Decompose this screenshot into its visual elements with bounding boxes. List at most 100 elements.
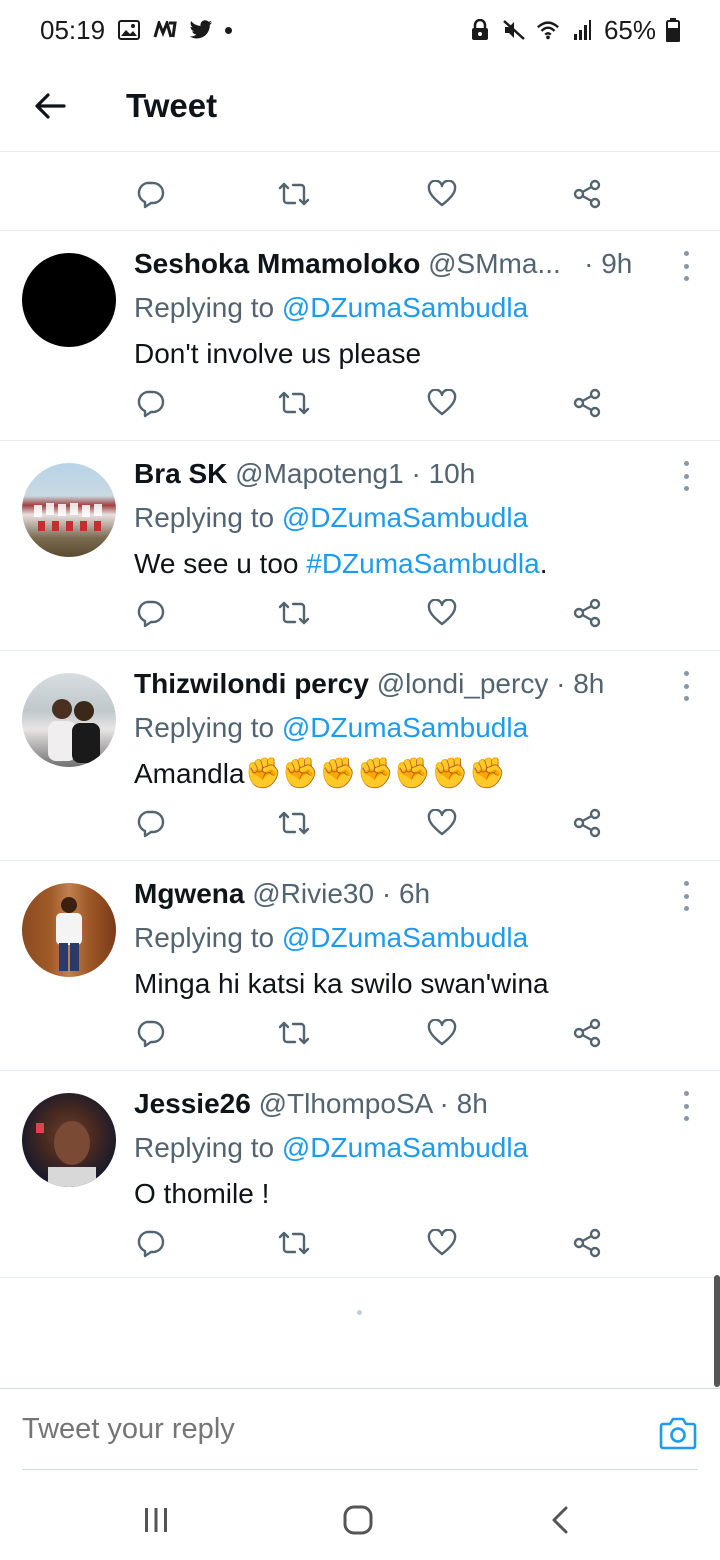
like-button[interactable] [420, 591, 464, 635]
mention-link[interactable]: @DZumaSambudla [282, 712, 528, 743]
like-button[interactable] [420, 801, 464, 845]
author-name[interactable]: Bra SK [134, 458, 227, 489]
share-button[interactable] [565, 591, 609, 635]
signal-icon [570, 18, 594, 42]
home-icon [343, 1505, 373, 1535]
share-button[interactable] [565, 1221, 609, 1265]
page-title: Tweet [126, 86, 218, 124]
reply-button[interactable] [128, 1011, 172, 1055]
hashtag-link[interactable]: #DZumaSambudla [306, 548, 539, 579]
retweet-button[interactable] [272, 591, 316, 635]
like-button[interactable] [420, 1221, 464, 1265]
author-name[interactable]: Seshoka Mmamoloko [134, 248, 420, 279]
reply-icon [137, 810, 165, 838]
news-icon [153, 18, 177, 42]
replying-to: Replying to @DZumaSambudla [134, 712, 529, 743]
tweet-actions [0, 801, 720, 851]
tweet-time: 8h [573, 668, 605, 699]
author-handle: @SMma... [428, 248, 561, 279]
tweet-time: 10h [428, 458, 476, 489]
author-handle: @TlhompoSA [258, 1088, 432, 1119]
reply-icon [137, 181, 165, 209]
avatar[interactable] [22, 1093, 116, 1187]
author-name[interactable]: Thizwilondi percy [134, 668, 369, 699]
back-button[interactable] [20, 76, 80, 136]
tweet-actions [0, 591, 720, 641]
parent-tweet-actions [0, 172, 720, 222]
like-button[interactable] [420, 381, 464, 425]
system-back-button[interactable] [540, 1500, 580, 1540]
header: Tweet [0, 60, 720, 152]
tweet-header: Bra SK @Mapoteng1 · 10h [134, 458, 476, 489]
author-name[interactable]: Jessie26 [134, 1088, 251, 1119]
tweet-text: We see u too #DZumaSambudla. [134, 548, 548, 579]
like-icon [427, 180, 457, 207]
share-button[interactable] [565, 1011, 609, 1055]
retweet-button[interactable] [272, 1011, 316, 1055]
retweet-icon [278, 182, 310, 206]
replying-to: Replying to @DZumaSambudla [134, 292, 529, 323]
more-button[interactable] [680, 671, 692, 701]
mention-link[interactable]: @DZumaSambudla [282, 292, 528, 323]
avatar[interactable] [22, 253, 116, 347]
avatar[interactable] [22, 673, 116, 767]
avatar[interactable] [22, 883, 116, 977]
reply-tweet[interactable]: Jessie26 @TlhompoSA · 8h Replying to @DZ… [0, 1071, 720, 1278]
raised-fist-emoji: ✊✊✊✊✊✊✊ [244, 757, 506, 790]
reply-button[interactable] [128, 381, 172, 425]
author-name[interactable]: Mgwena [134, 878, 244, 909]
retweet-button[interactable] [272, 172, 316, 216]
back-arrow-icon [35, 92, 66, 119]
mention-link[interactable]: @DZumaSambudla [282, 502, 528, 533]
retweet-icon [278, 601, 310, 625]
scrollbar[interactable] [714, 1275, 720, 1387]
tweet-header: Mgwena @Rivie30 · 6h [134, 878, 431, 909]
tweet-actions [0, 1221, 720, 1271]
tweet-header: Jessie26 @TlhompoSA · 8h [134, 1088, 488, 1119]
tweet-actions [0, 1011, 720, 1061]
avatar[interactable] [22, 463, 116, 557]
reply-input[interactable] [22, 1389, 622, 1469]
more-button[interactable] [680, 1091, 692, 1121]
home-button[interactable] [338, 1500, 378, 1540]
share-button[interactable] [565, 801, 609, 845]
camera-button[interactable] [658, 1413, 698, 1453]
reply-tweet[interactable]: Mgwena @Rivie30 · 6h Replying to @DZumaS… [0, 861, 720, 1071]
more-button[interactable] [680, 461, 692, 491]
reply-button[interactable] [128, 172, 172, 216]
retweet-icon [278, 1021, 310, 1045]
like-icon [427, 809, 457, 836]
battery-percent: 65% [603, 14, 656, 45]
reply-button[interactable] [128, 1221, 172, 1265]
tweet-time: 8h [456, 1088, 488, 1119]
reply-tweet[interactable]: Thizwilondi percy @londi_percy · 8h Repl… [0, 651, 720, 861]
mention-link[interactable]: @DZumaSambudla [282, 1132, 528, 1163]
retweet-button[interactable] [272, 801, 316, 845]
reply-tweet[interactable]: Bra SK @Mapoteng1 · 10h Replying to @DZu… [0, 441, 720, 651]
more-button[interactable] [680, 881, 692, 911]
like-button[interactable] [420, 1011, 464, 1055]
status-left: 05:19 [40, 15, 233, 46]
status-right: 65% [468, 15, 680, 46]
battery-icon [666, 18, 680, 42]
share-icon [573, 1018, 601, 1048]
reply-tweet[interactable]: Seshoka Mmamoloko @SMma... · 9h Replying… [0, 231, 720, 441]
gallery-icon [117, 18, 141, 42]
notification-dot [225, 26, 233, 34]
reply-composer [0, 1388, 720, 1470]
retweet-button[interactable] [272, 381, 316, 425]
like-button[interactable] [420, 172, 464, 216]
recents-button[interactable] [136, 1500, 176, 1540]
more-button[interactable] [680, 251, 692, 281]
reply-button[interactable] [128, 591, 172, 635]
share-button[interactable] [565, 172, 609, 216]
replying-to: Replying to @DZumaSambudla [134, 1132, 529, 1163]
reply-icon [137, 390, 165, 418]
chevron-left-icon [552, 1506, 568, 1534]
retweet-button[interactable] [272, 1221, 316, 1265]
tweet-text: O thomile ! [134, 1178, 270, 1209]
share-button[interactable] [565, 381, 609, 425]
tweet-text: Don't involve us please [134, 338, 422, 369]
mention-link[interactable]: @DZumaSambudla [282, 922, 528, 953]
reply-button[interactable] [128, 801, 172, 845]
